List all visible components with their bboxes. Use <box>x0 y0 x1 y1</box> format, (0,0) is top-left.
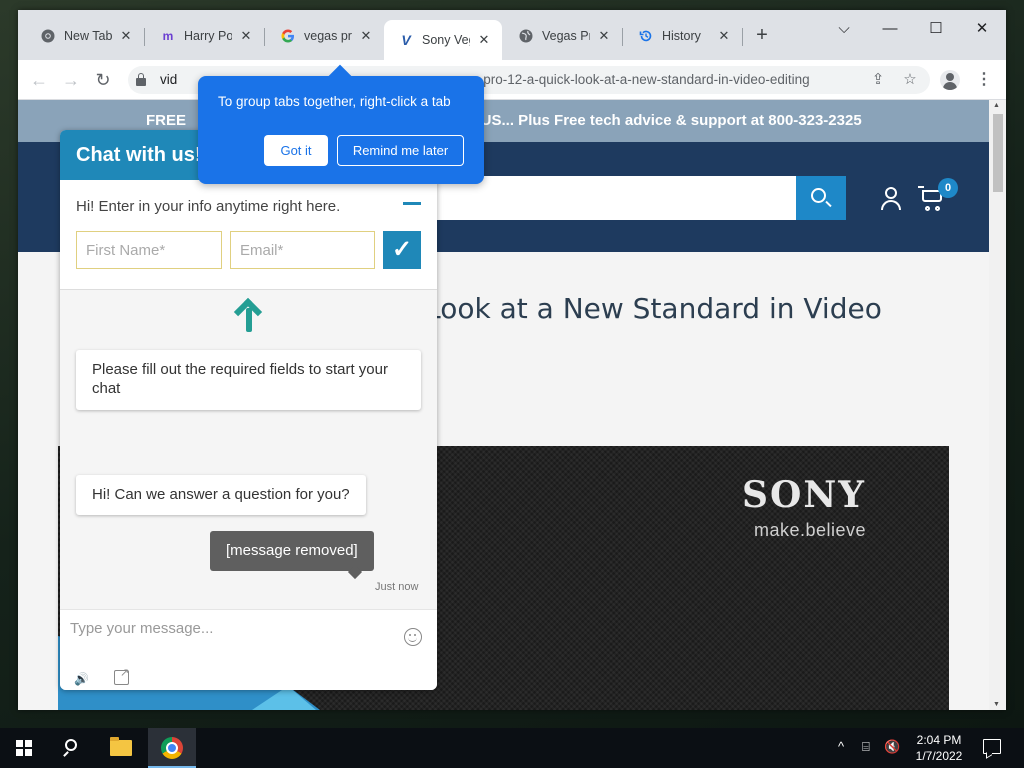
account-icon[interactable] <box>880 187 902 211</box>
chat-info-form: Hi! Enter in your info anytime right her… <box>60 180 437 290</box>
reload-button[interactable]: ↻ <box>90 68 116 92</box>
article-title: k Look at a New Standard in Video <box>400 292 882 325</box>
tab-divider <box>742 28 743 46</box>
promo-text-right: al US... Plus Free tech advice & support… <box>464 112 862 129</box>
tab-title: Harry Potter <box>184 29 232 43</box>
volume-muted-icon[interactable]: 🔇 <box>884 739 900 755</box>
chat-composer: Type your message... 🔊 ↗ <box>60 609 437 690</box>
taskbar-clock[interactable]: 2:04 PM 1/7/2022 <box>908 732 970 764</box>
network-icon[interactable]: ⌸ <box>862 739 870 755</box>
m-icon: m <box>162 29 174 43</box>
minimize-button[interactable]: — <box>868 16 912 42</box>
tab-divider <box>622 28 623 46</box>
tab-divider <box>144 28 145 46</box>
tab-new-tab[interactable]: New Tab ✕ <box>26 20 144 52</box>
tab-title: vegas pro <box>304 29 352 43</box>
clock-date: 1/7/2022 <box>915 749 963 763</box>
chrome-icon <box>40 28 56 44</box>
close-icon[interactable]: ✕ <box>118 28 134 44</box>
close-icon[interactable]: ✕ <box>596 28 612 44</box>
lock-icon[interactable] <box>136 73 146 86</box>
site-search-button[interactable] <box>796 176 846 220</box>
windows-taskbar: ^ ⌸ 🔇 2:04 PM 1/7/2022 <box>0 728 1024 768</box>
chat-widget: Chat with us! Hi! Enter in your info any… <box>60 130 437 690</box>
tab-vegas-pro[interactable]: Vegas Pro ✕ <box>504 20 622 52</box>
close-icon[interactable]: ✕ <box>716 28 732 44</box>
tab-title: History <box>662 29 701 43</box>
notifications-icon[interactable] <box>983 739 1001 754</box>
first-name-field[interactable]: First Name* <box>76 231 222 269</box>
tray-chevron-icon[interactable]: ^ <box>838 739 844 754</box>
tab-strip: New Tab ✕ m Harry Potter ✕ vegas pro ✕ V… <box>18 10 1006 60</box>
windows-logo-icon <box>16 740 32 756</box>
back-button[interactable]: ← <box>26 68 52 92</box>
profile-avatar-icon[interactable] <box>940 70 960 90</box>
remind-later-button[interactable]: Remind me later <box>337 135 464 166</box>
cart-count-badge: 0 <box>938 178 958 198</box>
tab-history[interactable]: History ✕ <box>624 20 742 52</box>
tab-harry-potter[interactable]: m Harry Potter ✕ <box>146 20 264 52</box>
user-message: [message removed] <box>210 531 374 571</box>
message-timestamp: Just now <box>375 581 419 593</box>
tab-sony-vegas-active[interactable]: V Sony Vegas ✕ <box>384 20 502 60</box>
file-explorer-button[interactable] <box>98 728 146 768</box>
page-scrollbar[interactable]: ▲ ▼ <box>989 100 1006 710</box>
clock-time: 2:04 PM <box>916 733 962 747</box>
tab-title: Sony Vegas <box>422 33 470 47</box>
taskbar-search-button[interactable] <box>48 728 96 768</box>
url-text-start: vid <box>160 72 178 87</box>
sony-logo: SONY <box>742 474 866 516</box>
close-icon[interactable]: ✕ <box>358 28 374 44</box>
chrome-icon <box>161 737 183 759</box>
scroll-down-arrow-icon[interactable]: ▼ <box>993 701 1000 708</box>
browser-window: New Tab ✕ m Harry Potter ✕ vegas pro ✕ V… <box>18 10 1006 710</box>
close-icon[interactable]: ✕ <box>476 32 492 48</box>
sound-icon[interactable]: 🔊 <box>74 672 89 686</box>
brand-tagline: make.believe <box>754 520 867 540</box>
close-window-button[interactable]: ✕ <box>960 16 1004 42</box>
new-tab-button[interactable]: + <box>750 24 774 48</box>
arrow-up-icon <box>233 297 265 334</box>
url-text-end: s-pro-12-a-quick-look-at-a-new-standard-… <box>472 72 810 87</box>
tab-divider <box>264 28 265 46</box>
popup-message: To group tabs together, right-click a ta… <box>218 94 451 109</box>
tab-title: Vegas Pro <box>542 29 590 43</box>
minimize-icon[interactable] <box>403 202 421 205</box>
history-icon <box>638 28 654 44</box>
got-it-button[interactable]: Got it <box>264 135 328 166</box>
popout-icon[interactable]: ↗ <box>114 668 129 685</box>
tab-group-tip-popup: To group tabs together, right-click a ta… <box>198 76 484 184</box>
chat-form-prompt: Hi! Enter in your info anytime right her… <box>76 198 341 215</box>
emoji-icon[interactable] <box>404 628 422 646</box>
google-icon <box>280 28 296 44</box>
start-button[interactable] <box>0 728 48 768</box>
kebab-menu-icon[interactable]: ⋮ <box>976 70 992 90</box>
chat-title: Chat with us! <box>76 144 202 166</box>
search-icon <box>65 739 77 751</box>
close-icon[interactable]: ✕ <box>238 28 254 44</box>
tab-search-chevron-icon[interactable]: ⌵ <box>822 16 866 42</box>
required-fields-notice: Please fill out the required fields to s… <box>76 350 421 410</box>
tab-vegas-pro-search[interactable]: vegas pro ✕ <box>266 20 384 52</box>
tab-title: New Tab <box>64 29 112 43</box>
submit-info-button[interactable]: ✓ <box>383 231 421 269</box>
browser-toolbar: ← → ↻ vid s-pro-12-a-quick-look-at-a-new… <box>18 60 1006 100</box>
scrollbar-thumb[interactable] <box>993 114 1003 192</box>
email-field[interactable]: Email* <box>230 231 375 269</box>
scroll-up-arrow-icon[interactable]: ▲ <box>993 102 1000 109</box>
bookmark-star-icon[interactable]: ☆ <box>900 70 920 90</box>
forward-button[interactable]: → <box>58 68 84 92</box>
globe-icon <box>518 28 534 44</box>
message-input[interactable]: Type your message... <box>70 620 390 637</box>
agent-greeting-message: Hi! Can we answer a question for you? <box>76 475 366 515</box>
folder-icon <box>110 737 132 756</box>
share-icon[interactable]: ⇪ <box>868 70 888 90</box>
v-icon: V <box>401 32 411 48</box>
chrome-taskbar-button[interactable] <box>148 728 196 768</box>
maximize-button[interactable]: ☐ <box>914 16 958 42</box>
search-icon <box>811 188 826 203</box>
